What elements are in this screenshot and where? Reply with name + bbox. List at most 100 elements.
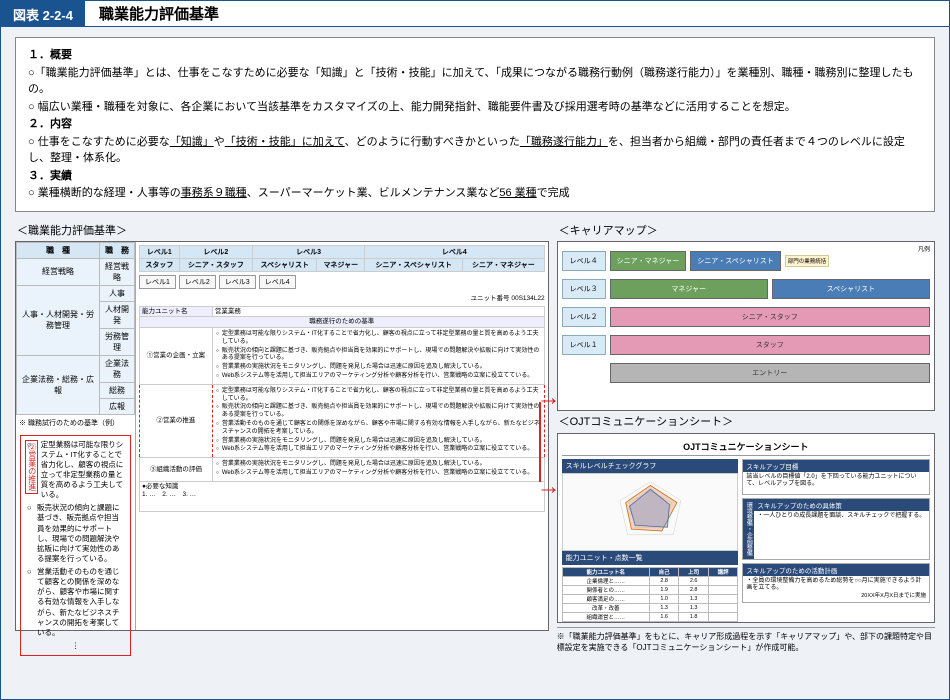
s2-post1: 、どのように行動すべきかといった [345,136,520,148]
col-boss: 上司 [679,567,708,576]
ellipsis-icon: ⋮ [25,641,126,651]
table-row: 企業法務・総務・広報企業法務 [17,355,135,382]
summary-2-heading: ２．内容 [28,116,922,133]
s3-u2: 56 業種 [499,187,536,199]
ojt-right-col: スキルアップ目標 該当レベルの目標値「2.0」を下回っている能力ユニットについて… [742,459,930,623]
footnote: ※「職業能力評価基準」をもとに、キャリア形成過程を示す「キャリアマップ」や、部下… [557,627,935,653]
chip: レベル4 [259,275,296,289]
role-senior-manager: シニア・マネジャー [610,251,687,271]
radar-chart [562,473,739,551]
level-1: レベル1 [140,245,180,258]
level-3: レベル3 [253,245,365,258]
s3-u1: 事務系９職種 [181,187,247,199]
col-job: 職 務 [100,242,135,258]
summary-3-heading: ３．実績 [28,168,922,185]
tasks-header: 職務遂行のための基準 [140,317,545,328]
score-table-title: 能力ユニット・点数一覧 [562,551,739,565]
sidebar-note: ※ 職務試行のための基準（例） [16,415,135,431]
ojt-section: スキルアップ目標 該当レベルの目標値「2.0」を下回っている能力ユニットについて… [742,459,930,495]
job-category-table: 職 種 職 務 経営戦略経営戦略 人事・人材開発・労務管理人事 人材開発 労務管… [16,242,135,415]
unit-name: 営業業務 [212,306,544,317]
level-header-table: レベル1 レベル2 レベル3 レベル4 スタッフ シニア・スタッフ スペシャリス… [139,245,545,272]
table-row: 経営戦略経営戦略 [17,258,135,285]
role-specialist: スペシャリスト [772,279,930,299]
table-row: 企業倫理と……2.82.6 [562,576,738,585]
task-details: 定型業務は可能な限りシステム・IT化することで省力化し、顧客の視点に立って非定型… [212,328,544,385]
right-column: → → ＜キャリアマップ＞ 凡例 レベル４ シニア・マネジャー シニア・スペシャ… [557,220,935,653]
level-4: レベル4 [365,245,544,258]
col-unit: 能力ユニット名 [562,567,649,576]
unit-table: 能力ユニット名営業業務 職務遂行のための基準 ①営業の企画・立案 定型業務は可能… [139,306,545,512]
s2-u3: 「職務遂行能力」 [520,136,608,148]
s2-u2: 「技術・技能」 [225,136,302,148]
task-details-highlighted: 定型業務は可能な限りシステム・IT化することで省力化し、顧客の視点に立って非定型… [212,384,544,457]
ojt-sec-heading: スキルアップのための具体策 [754,499,929,511]
summary-3a: ○ 業種横断的な経理・人事等の事務系９職種、スーパーマーケット業、ビルメンテナン… [28,185,922,202]
level-chips: レベル1 レベル2 レベル3 レベル4 [139,275,545,289]
radar-chart-title: スキルレベルチェックグラフ [562,459,739,473]
table-row: 関係者との……1.92.8 [562,585,738,594]
left-column: ＜職業能力評価基準＞ 職 種 職 務 経営戦略経営戦略 人事・人材開発・労務管理… [15,220,549,653]
career-title: ＜キャリアマップ＞ [559,222,935,238]
table-row: 顧客満足の……1.01.3 [562,594,738,603]
lower-row: ＜職業能力評価基準＞ 職 種 職 務 経営戦略経営戦略 人事・人材開発・労務管理… [15,220,935,653]
unit-name-h: 能力ユニット名 [140,306,213,317]
ojt-target-date: 20XX年X月X日までに実施 [746,593,926,600]
table-row: 人事・人材開発・労務管理人事 [17,285,135,301]
score-table: 能力ユニット名 自己 上司 講評 企業倫理と……2.82.6 関係者との……1.… [562,567,739,623]
red-example-box: ②営業の推進 定型業務は可能な限りシステム・IT化することで省力化し、顧客の視点… [20,435,131,657]
table-row: 改革・改善1.31.3 [562,603,738,612]
sublevel: シニア・スタッフ [179,258,252,271]
task-label: ③組織活動の評価 [140,458,213,482]
s2-pre: ○ 仕事をこなすために必要な [28,136,170,148]
ojt-title: ＜OJTコミュニケーションシート＞ [559,413,935,429]
summary-1a: ○「職業能力評価基準」とは、仕事をこなすために必要な「知識」と「技術・技能」に加… [28,65,922,98]
chip: レベル3 [219,275,256,289]
ojt-sec-vert-label: 環境整備・企画整備 [743,499,754,559]
figure-title: 職業能力評価基準 [85,1,949,27]
s3-mid: 、スーパーマーケット業、ビルメンテナンス業など [247,187,500,199]
ojt-sheet-title: OJTコミュニケーションシート [562,438,930,456]
career-row-4: レベル４ シニア・マネジャー シニア・スペシャリスト 部門の業務統括 [562,248,930,274]
figure-number-label: 図表 2-2-4 [1,1,85,27]
level-label: レベル１ [562,335,606,355]
left-section-title: ＜職業能力評価基準＞ [17,222,549,238]
blank-row: ●必要な知識1. … 2. … 3. … [140,481,545,511]
summary-box: １．概要 ○「職業能力評価基準」とは、仕事をこなすために必要な「知識」と「技術・… [15,37,935,212]
sublevel: シニア・マネジャー [463,258,544,271]
career-row-entry: エントリー [562,360,930,386]
level-label: レベル３ [562,279,606,299]
chip: レベル1 [139,275,176,289]
ojt-sec-body: ・一人ひとりの成長課題を面談、スキルチェックで把握する。 [754,511,929,533]
level-2: レベル2 [179,245,252,258]
ojt-panel: OJTコミュニケーションシート スキルレベルチェックグラフ [557,433,935,623]
level-label: レベル２ [562,307,606,327]
sublevel: マネジャー [317,258,365,271]
sublevel: スペシャリスト [253,258,317,271]
s2-mid2: に加えて [302,136,345,148]
summary-1b: ○ 幅広い業種・職種を対象に、各企業において当該基準をカスタマイズの上、能力開発… [28,99,922,116]
evaluation-main: レベル1 レベル2 レベル3 レベル4 スタッフ シニア・スタッフ スペシャリス… [136,242,548,630]
red-item: 営業活動そのものを通じて顧客との関係を深めながら、顧客や市場に関する有効な情報を… [29,567,126,638]
ojt-sec-heading: スキルアップのための活動計画 [743,564,929,576]
ojt-sec-body: 該当レベルの目標値「2.0」を下回っている能力ユニットについて、レベルアップを図… [743,472,929,494]
header-bar: 図表 2-2-4 職業能力評価基準 [1,1,949,27]
col-self: 自己 [649,567,678,576]
sublevel: スタッフ [140,258,180,271]
red-item: 定型業務は可能な限りシステム・IT化することで省力化し、顧客の視点に立って非定型… [29,440,126,501]
ojt-chart-col: スキルレベルチェックグラフ 能力ユニット・点数一覧 [562,459,739,623]
summary-1-heading: １．概要 [28,47,922,64]
table-row: 組織運営と……1.61.8 [562,612,738,621]
summary-2a: ○ 仕事をこなすために必要な「知識」や「技術・技能」に加えて、どのように行動すべ… [28,134,922,167]
role-senior-staff: シニア・スタッフ [610,307,930,327]
career-row-3: レベル３ マネジャー スペシャリスト [562,276,930,302]
role-staff: スタッフ [610,335,930,355]
role-entry: エントリー [610,363,930,383]
s3-pre: ○ 業種横断的な経理・人事等の [28,187,181,199]
col-jobtype: 職 種 [17,242,100,258]
radar-svg [563,474,738,550]
table-row: 環境整備1.51.5 [562,621,738,623]
evaluation-panel: 職 種 職 務 経営戦略経営戦略 人事・人材開発・労務管理人事 人材開発 労務管… [15,241,549,631]
task-label-highlighted: ②営業の推進 [140,384,213,457]
s2-u1: 「知識」 [170,136,214,148]
